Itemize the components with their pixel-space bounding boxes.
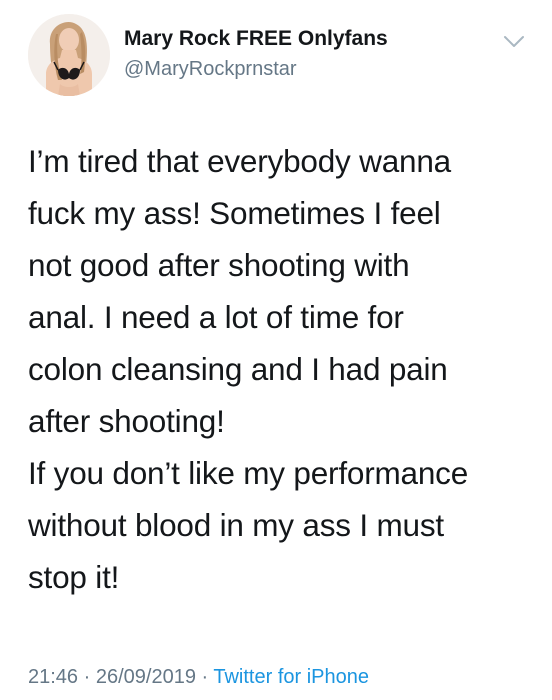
tweet-text-line: I’m tired that everybody wanna — [28, 143, 451, 179]
tweet-text-line: colon cleansing and I had pain — [28, 351, 448, 387]
chevron-down-icon — [504, 36, 524, 47]
tweet-text-line: after shooting! — [28, 403, 225, 439]
meta-separator: · — [78, 666, 96, 688]
tweet-time[interactable]: 21:46 — [28, 666, 78, 688]
meta-separator: · — [195, 666, 214, 688]
avatar[interactable] — [28, 14, 110, 96]
profile-photo — [28, 14, 110, 96]
tweet-meta: 21:46 · 26/09/2019 · Twitter for iPhone — [28, 666, 369, 689]
author-handle[interactable]: @MaryRockprnstar — [124, 58, 297, 81]
tweet-text: I’m tired that everybody wanna fuck my a… — [28, 135, 538, 603]
tweet-text-line: stop it! — [28, 559, 120, 595]
tweet-text-line: fuck my ass! Sometimes I feel — [28, 195, 441, 231]
more-options-button[interactable] — [500, 28, 528, 56]
tweet-date[interactable]: 26/09/2019 — [96, 666, 196, 688]
tweet-text-line: not good after shooting with — [28, 247, 410, 283]
tweet-text-line: anal. I need a lot of time for — [28, 299, 404, 335]
tweet-text-line: If you don’t like my performance — [28, 455, 469, 491]
author-name[interactable]: Mary Rock FREE Onlyfans — [124, 27, 388, 51]
tweet-card: Mary Rock FREE Onlyfans @MaryRockprnstar… — [0, 0, 552, 700]
tweet-source-link[interactable]: Twitter for iPhone — [213, 666, 369, 688]
tweet-text-line: without blood in my ass I must — [28, 507, 444, 543]
